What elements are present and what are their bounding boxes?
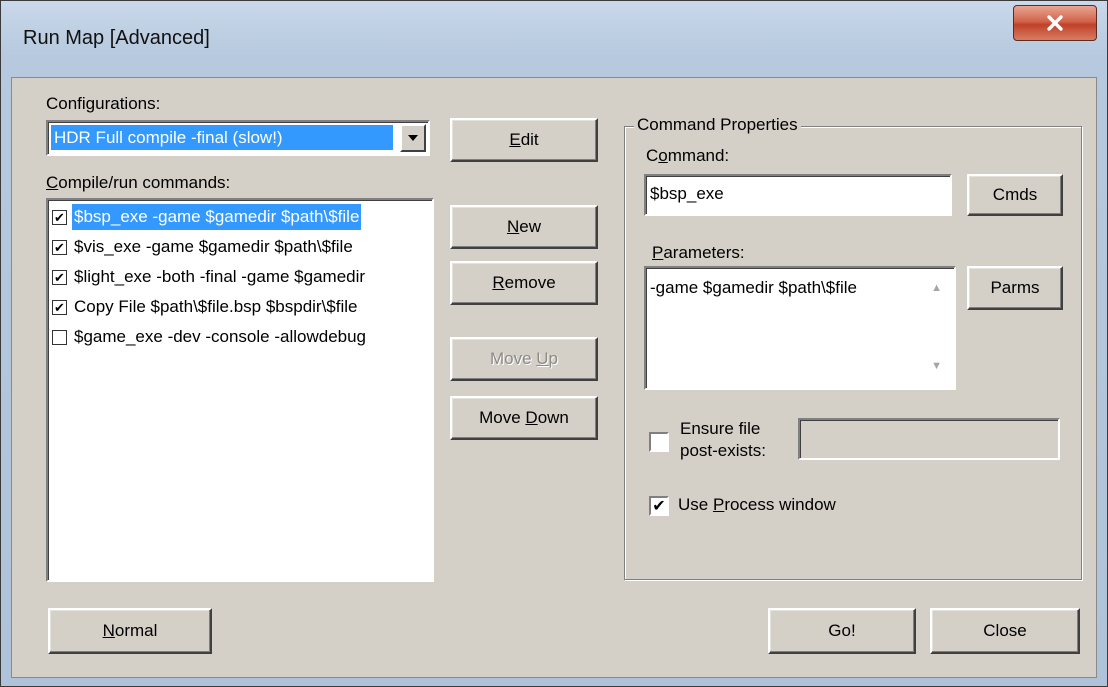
list-item[interactable]: ✔ $light_exe -both -final -game $gamedir	[52, 264, 430, 290]
command-text: $bsp_exe -game $gamedir $path\$file	[72, 204, 362, 230]
command-checkbox[interactable]: ✔	[52, 210, 67, 225]
new-button[interactable]: New	[450, 205, 598, 249]
command-text: $vis_exe -game $gamedir $path\$file	[74, 237, 353, 256]
run-map-dialog: Run Map [Advanced] Configurations: HDR F…	[0, 0, 1108, 687]
scroll-down-icon[interactable]: ▼	[931, 360, 942, 372]
command-checkbox[interactable]: ✔	[52, 240, 67, 255]
command-properties-title: Command Properties	[634, 115, 801, 135]
edit-button[interactable]: Edit	[450, 118, 598, 162]
commands-label: Compile/run commands:	[46, 173, 231, 192]
ensure-file-label-line1: Ensure file	[680, 419, 761, 438]
configurations-dropdown[interactable]: HDR Full compile -final (slow!)	[46, 120, 430, 156]
ensure-file-checkbox[interactable]	[649, 432, 669, 452]
configurations-selected: HDR Full compile -final (slow!)	[51, 125, 393, 150]
command-checkbox[interactable]: ✔	[52, 270, 67, 285]
scroll-up-icon[interactable]: ▲	[931, 282, 942, 294]
parameters-value: -game $gamedir $path\$file	[650, 278, 857, 297]
command-text: $game_exe -dev -console -allowdebug	[74, 327, 367, 346]
command-input[interactable]: $bsp_exe	[644, 174, 952, 216]
commands-list[interactable]: ✔ $bsp_exe -game $gamedir $path\$file ✔ $vi…	[46, 198, 434, 582]
chevron-down-icon	[408, 135, 418, 141]
normal-button[interactable]: Normal	[48, 608, 212, 654]
close-window-button[interactable]	[1013, 5, 1097, 41]
use-process-window-label: Use Process window	[678, 495, 836, 514]
parms-button[interactable]: Parms	[967, 266, 1063, 310]
command-text: $light_exe -both -final -game $gamedir	[74, 267, 366, 286]
list-item[interactable]: ✔ $bsp_exe -game $gamedir $path\$file	[52, 204, 430, 230]
remove-button[interactable]: Remove	[450, 261, 598, 305]
ensure-file-label: Ensure file post-exists:	[680, 418, 766, 462]
list-item[interactable]: ✔ Copy File $path\$file.bsp $bspdir\$file	[52, 294, 430, 320]
command-checkbox[interactable]: ✔	[52, 300, 67, 315]
close-icon	[1047, 15, 1063, 31]
title-bar[interactable]: Run Map [Advanced]	[1, 1, 1107, 81]
go-button[interactable]: Go!	[768, 608, 916, 654]
cmds-button[interactable]: Cmds	[967, 174, 1063, 216]
use-process-window-checkbox[interactable]: ✔	[649, 496, 669, 516]
ensure-file-input[interactable]	[798, 418, 1060, 460]
close-button[interactable]: Close	[930, 608, 1080, 654]
parameters-label: Parameters:	[652, 243, 745, 262]
dropdown-arrow-button[interactable]	[400, 124, 426, 152]
window-title: Run Map [Advanced]	[23, 27, 210, 49]
command-label: Command:	[646, 146, 730, 165]
command-checkbox[interactable]	[52, 330, 67, 345]
move-down-button[interactable]: Move Down	[450, 396, 598, 440]
ensure-file-label-line2: post-exists:	[680, 441, 766, 460]
dialog-body: Configurations: HDR Full compile -final …	[11, 77, 1097, 678]
command-text: Copy File $path\$file.bsp $bspdir\$file	[74, 297, 358, 316]
list-item[interactable]: ✔ $vis_exe -game $gamedir $path\$file	[52, 234, 430, 260]
move-up-button[interactable]: Move Up	[450, 337, 598, 381]
configurations-label: Configurations:	[46, 94, 161, 113]
command-value: $bsp_exe	[650, 184, 724, 203]
list-item[interactable]: $game_exe -dev -console -allowdebug	[52, 324, 430, 350]
parameters-textarea[interactable]: -game $gamedir $path\$file ▲ ▼	[644, 266, 956, 390]
